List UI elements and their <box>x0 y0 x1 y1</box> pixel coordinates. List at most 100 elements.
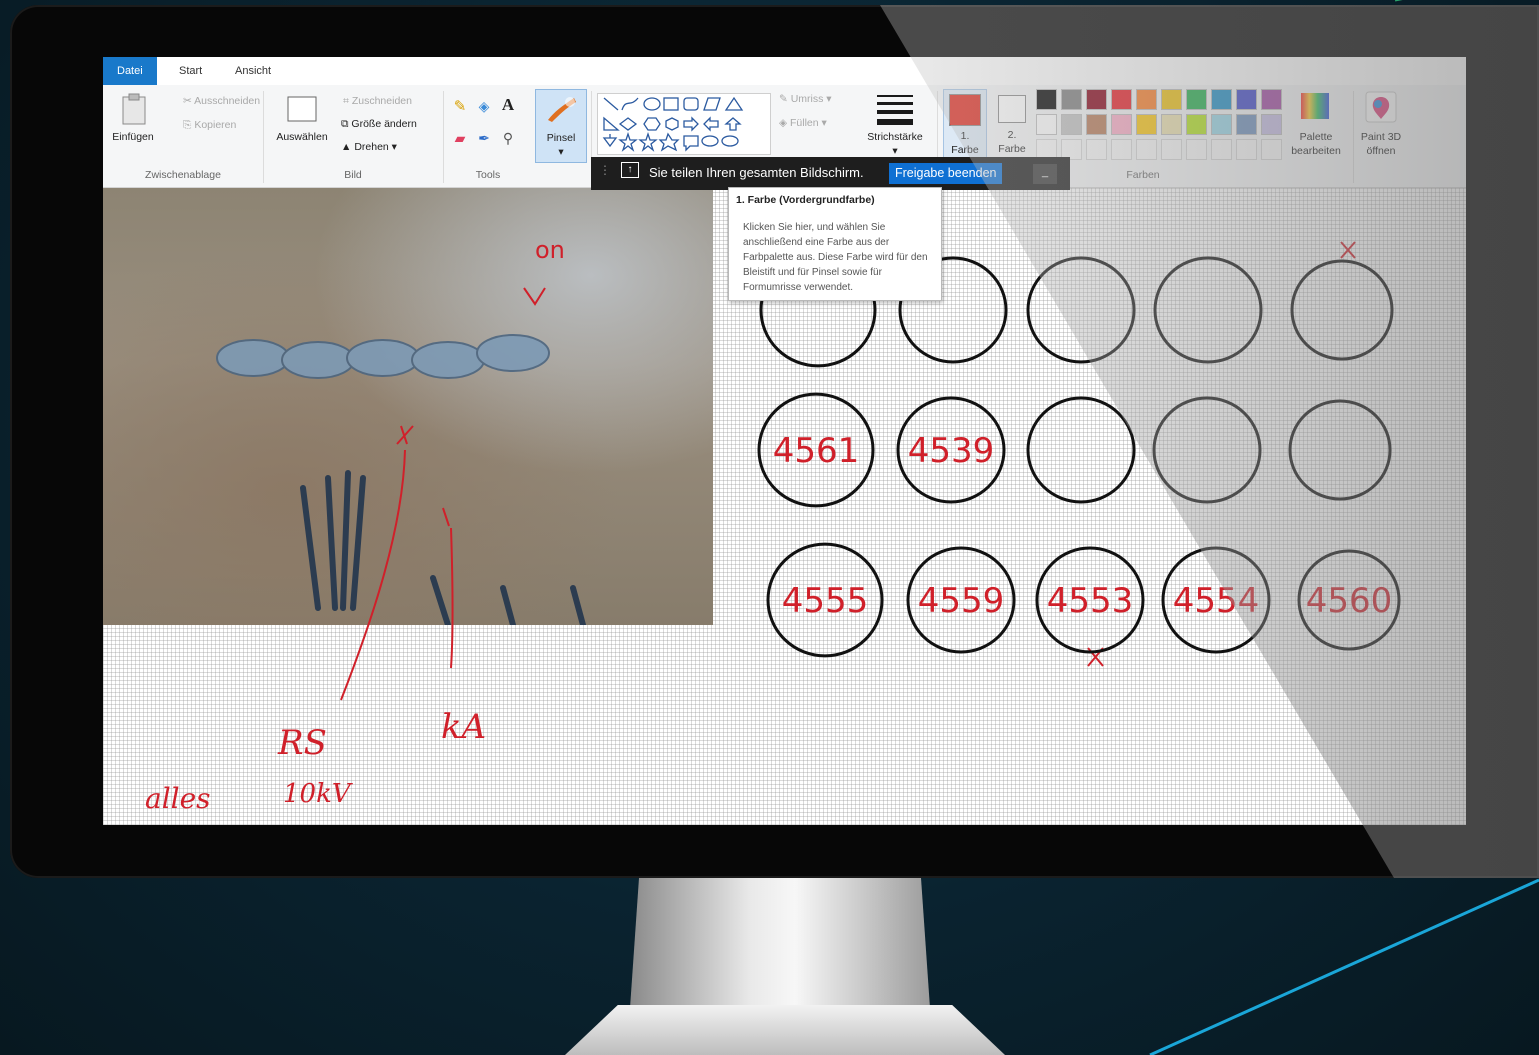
palette-swatch[interactable] <box>1136 89 1157 110</box>
share-message: Sie teilen Ihren gesamten Bildschirm. <box>649 165 864 180</box>
rotate-label: Drehen <box>354 141 389 153</box>
palette-custom-slot[interactable] <box>1261 139 1282 160</box>
edit-palette-icon[interactable] <box>1299 91 1331 121</box>
palette-swatch[interactable] <box>1086 114 1107 135</box>
palette-custom-slot[interactable] <box>1236 139 1257 160</box>
magnifier-icon[interactable]: ⚲ <box>499 129 517 147</box>
paint-window: Datei Start Ansicht Einfügen ✂ Ausschnei… <box>103 57 1466 825</box>
text-tool-icon[interactable]: A <box>499 95 517 115</box>
crop-button[interactable]: ⌗ Zuschneiden <box>343 95 412 108</box>
palette-swatch[interactable] <box>1136 114 1157 135</box>
palette-swatch[interactable] <box>1111 89 1132 110</box>
shapes-icons <box>602 96 744 152</box>
color-picker-icon[interactable]: ✒ <box>475 129 493 147</box>
palette-swatch[interactable] <box>1261 89 1282 110</box>
palette-swatch[interactable] <box>1211 89 1232 110</box>
palette-swatch[interactable] <box>1161 114 1182 135</box>
stroke-width-button[interactable]: Strichstärke <box>859 131 931 143</box>
minimize-share-bar-button[interactable]: _ <box>1033 164 1057 184</box>
outline-label: Umriss <box>790 93 824 105</box>
palette-swatch[interactable] <box>1261 114 1282 135</box>
circle-label: 4554 <box>1173 581 1260 621</box>
tab-datei[interactable]: Datei <box>103 57 157 85</box>
paint3d-label-2[interactable]: öffnen <box>1353 145 1409 157</box>
palette-swatch[interactable] <box>1236 89 1257 110</box>
circle-label: 4559 <box>918 581 1005 621</box>
cable-circle <box>1026 256 1136 364</box>
resize-label: Größe ändern <box>351 118 417 130</box>
color2-number: 2. <box>1007 129 1017 141</box>
select-button[interactable]: Auswählen <box>271 131 333 143</box>
palette-swatch[interactable] <box>1186 114 1207 135</box>
circle-label: 4555 <box>782 581 869 621</box>
ribbon-divider <box>443 91 444 183</box>
eraser-icon[interactable]: ▰ <box>451 129 469 147</box>
color2-word: Farbe <box>998 143 1026 155</box>
cable-circle <box>1152 396 1262 504</box>
chevron-down-icon: ▾ <box>892 145 898 157</box>
palette-swatch[interactable] <box>1061 89 1082 110</box>
pencil-icon[interactable]: ✎ <box>451 97 469 115</box>
annotation-alles: alles <box>145 782 211 815</box>
palette-swatch[interactable] <box>1036 114 1057 135</box>
pointer-line <box>340 449 406 701</box>
cut-button[interactable]: ✂ Ausschneiden <box>183 95 260 107</box>
palette-swatch[interactable] <box>1061 114 1082 135</box>
share-screen-icon: ↑ <box>621 162 639 178</box>
resize-button[interactable]: ⧉ Größe ändern <box>341 118 417 131</box>
paint3d-icon[interactable] <box>1365 91 1397 123</box>
copy-label: Kopieren <box>194 119 237 131</box>
tab-start[interactable]: Start <box>165 57 216 85</box>
cable-circle <box>1290 259 1394 361</box>
palette-swatch[interactable] <box>1236 114 1257 135</box>
monitor-stand-base <box>565 1005 1005 1055</box>
paint3d-label-1[interactable]: Paint 3D <box>1353 131 1409 143</box>
select-icon[interactable] <box>286 95 318 123</box>
tooltip-body: Klicken Sie hier, und wählen Sie anschli… <box>743 222 928 293</box>
circle-label: 4539 <box>908 431 995 471</box>
annotation-rs: RS <box>277 723 327 763</box>
clipboard-group-label: Zwischenablage <box>145 169 221 181</box>
tab-ansicht[interactable]: Ansicht <box>221 57 285 85</box>
palette-custom-slot[interactable] <box>1111 139 1132 160</box>
screen-share-bar: ⋮ ↑ Sie teilen Ihren gesamten Bildschirm… <box>591 157 1070 190</box>
ribbon-divider <box>263 91 264 183</box>
paste-icon[interactable] <box>119 93 149 125</box>
color2-button[interactable]: 2. Farbe <box>991 89 1033 161</box>
annotation-kv: 10kV <box>283 779 353 809</box>
palette-swatch[interactable] <box>1086 89 1107 110</box>
color1-button[interactable]: 1. Farbe <box>943 89 987 163</box>
palette-swatch[interactable] <box>1036 89 1057 110</box>
palette-custom-slot[interactable] <box>1161 139 1182 160</box>
mark-x <box>396 425 414 445</box>
circle-label: 4560 <box>1306 581 1393 621</box>
palette-custom-slot[interactable] <box>1086 139 1107 160</box>
brush-button[interactable]: Pinsel ▾ <box>535 89 587 163</box>
palette-custom-slot[interactable] <box>1136 139 1157 160</box>
palette-custom-slot[interactable] <box>1186 139 1207 160</box>
stroke-width-icon[interactable] <box>875 91 915 127</box>
brush-label: Pinsel <box>546 132 576 144</box>
palette-swatch[interactable] <box>1186 89 1207 110</box>
stop-sharing-button[interactable]: Freigabe beenden <box>889 163 1003 184</box>
palette-swatch[interactable] <box>1161 89 1182 110</box>
color2-swatch <box>998 95 1026 123</box>
drag-handle-icon[interactable]: ⋮ <box>599 163 611 177</box>
copy-button[interactable]: ⎘ Kopieren <box>183 119 236 132</box>
rotate-button[interactable]: ▲ Drehen ▾ <box>341 141 397 153</box>
fill-bucket-icon[interactable]: ◈ <box>475 97 493 115</box>
fill-button[interactable]: ◈ Füllen ▾ <box>779 117 827 129</box>
cable-circle <box>1026 396 1136 504</box>
color1-tooltip: 1. Farbe (Vordergrundfarbe) Klicken Sie … <box>728 187 942 301</box>
shapes-gallery[interactable] <box>597 93 771 155</box>
crop-label: Zuschneiden <box>351 95 412 107</box>
outline-button[interactable]: ✎ Umriss ▾ <box>779 93 832 105</box>
edit-palette-label-1[interactable]: Palette <box>1283 131 1349 143</box>
paste-button[interactable]: Einfügen <box>107 131 159 143</box>
edit-palette-label-2[interactable]: bearbeiten <box>1283 145 1349 157</box>
color-palette <box>1036 89 1286 161</box>
palette-swatch[interactable] <box>1211 114 1232 135</box>
cable-circle <box>1153 256 1263 364</box>
palette-swatch[interactable] <box>1111 114 1132 135</box>
palette-custom-slot[interactable] <box>1211 139 1232 160</box>
